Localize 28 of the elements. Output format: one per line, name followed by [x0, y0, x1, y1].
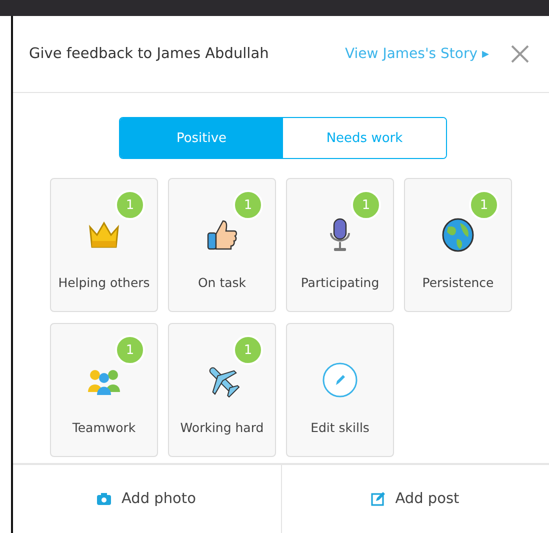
skill-tile[interactable]: Teamwork 1: [50, 323, 158, 457]
skill-tile[interactable]: Helping others 1: [50, 178, 158, 312]
count-badge: 1: [115, 335, 145, 365]
count-badge: 1: [469, 190, 499, 220]
skill-label: Persistence: [422, 275, 494, 290]
close-button[interactable]: [511, 45, 529, 63]
skill-label: Helping others: [58, 275, 150, 290]
edit-icon: [322, 362, 358, 398]
skill-label: Participating: [300, 275, 380, 290]
skill-label: Working hard: [180, 420, 264, 435]
count-badge: 1: [233, 190, 263, 220]
button-label: Add post: [395, 491, 460, 507]
edit-skills-tile[interactable]: Edit skills: [286, 323, 394, 457]
skill-label: Teamwork: [72, 420, 136, 435]
skill-label: On task: [198, 275, 246, 290]
skill-label: Edit skills: [310, 420, 370, 435]
skill-tile[interactable]: Persistence 1: [404, 178, 512, 312]
globe-icon: [440, 217, 476, 253]
count-badge: 1: [351, 190, 381, 220]
button-label: Add photo: [121, 491, 196, 507]
dialog-title: Give feedback to James Abdullah: [29, 46, 270, 62]
compose-icon: [371, 492, 386, 506]
camera-icon: [97, 493, 112, 505]
count-badge: 1: [233, 335, 263, 365]
skill-tile[interactable]: Working hard 1: [168, 323, 276, 457]
skill-tile[interactable]: Participating 1: [286, 178, 394, 312]
skill-tile[interactable]: On task 1: [168, 178, 276, 312]
count-badge: 1: [115, 190, 145, 220]
